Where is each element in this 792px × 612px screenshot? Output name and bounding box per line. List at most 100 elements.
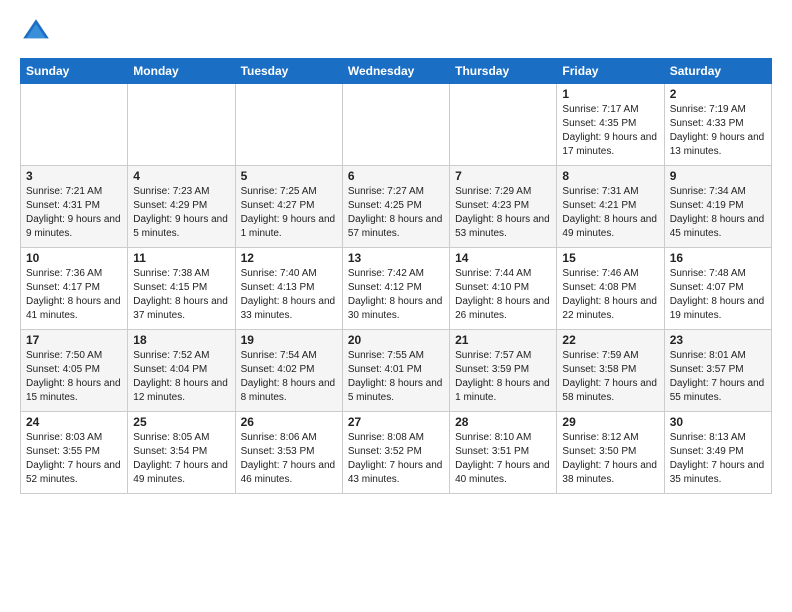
day-info: Sunrise: 7:57 AM Sunset: 3:59 PM Dayligh… [455, 349, 551, 405]
day-number: 9 [670, 169, 766, 183]
calendar-day-cell: 18Sunrise: 7:52 AM Sunset: 4:04 PM Dayli… [128, 330, 235, 412]
calendar-day-cell: 23 Sunrise: 8:01 AM Sunset: 3:57 PM Dayli… [664, 330, 771, 412]
calendar-day-cell: 11 Sunrise: 7:38 AM Sunset: 4:15 PM Dayli… [128, 248, 235, 330]
calendar-day-cell [342, 84, 449, 166]
calendar-day-cell: 14 Sunrise: 7:44 AM Sunset: 4:10 PM Dayli… [450, 248, 557, 330]
day-info: Sunrise: 8:12 AM Sunset: 3:50 PM Dayligh… [562, 431, 658, 487]
day-number: 2 [670, 87, 766, 101]
calendar-day-cell: 20 Sunrise: 7:55 AM Sunset: 4:01 PM Dayli… [342, 330, 449, 412]
calendar-day-cell: 3 Sunrise: 7:21 AM Sunset: 4:31 PM Daylig… [21, 166, 128, 248]
day-number: 1 [562, 87, 658, 101]
calendar-day-cell: 10 Sunrise: 7:36 AM Sunset: 4:17 PM Dayli… [21, 248, 128, 330]
calendar-day-cell: 2 Sunrise: 7:19 AM Sunset: 4:33 PM Daylig… [664, 84, 771, 166]
day-info: Sunrise: 7:59 AM Sunset: 3:58 PM Dayligh… [562, 349, 658, 405]
calendar-day-cell: 6 Sunrise: 7:27 AM Sunset: 4:25 PM Daylig… [342, 166, 449, 248]
calendar-week-row: 3 Sunrise: 7:21 AM Sunset: 4:31 PM Daylig… [21, 166, 772, 248]
day-number: 20 [348, 333, 444, 347]
day-info: Sunrise: 7:27 AM Sunset: 4:25 PM Dayligh… [348, 185, 444, 241]
day-info: Sunrise: 7:23 AM Sunset: 4:29 PM Dayligh… [133, 185, 229, 241]
calendar-day-cell: 9 Sunrise: 7:34 AM Sunset: 4:19 PM Daylig… [664, 166, 771, 248]
weekday-header: Friday [557, 59, 664, 84]
day-info: Sunrise: 8:08 AM Sunset: 3:52 PM Dayligh… [348, 431, 444, 487]
day-number: 17 [26, 333, 122, 347]
day-info: Sunrise: 7:21 AM Sunset: 4:31 PM Dayligh… [26, 185, 122, 241]
day-number: 4 [133, 169, 229, 183]
calendar-day-cell: 24 Sunrise: 8:03 AM Sunset: 3:55 PM Dayli… [21, 412, 128, 494]
calendar-day-cell [235, 84, 342, 166]
calendar-day-cell: 16 Sunrise: 7:48 AM Sunset: 4:07 PM Dayli… [664, 248, 771, 330]
day-info: Sunrise: 7:42 AM Sunset: 4:12 PM Dayligh… [348, 267, 444, 323]
day-info: Sunrise: 7:55 AM Sunset: 4:01 PM Dayligh… [348, 349, 444, 405]
day-number: 25 [133, 415, 229, 429]
day-info: Sunrise: 7:48 AM Sunset: 4:07 PM Dayligh… [670, 267, 766, 323]
calendar-day-cell: 17 Sunrise: 7:50 AM Sunset: 4:05 PM Dayli… [21, 330, 128, 412]
day-number: 15 [562, 251, 658, 265]
weekday-header: Thursday [450, 59, 557, 84]
calendar-week-row: 1 Sunrise: 7:17 AM Sunset: 4:35 PM Daylig… [21, 84, 772, 166]
day-info: Sunrise: 7:25 AM Sunset: 4:27 PM Dayligh… [241, 185, 337, 241]
day-number: 11 [133, 251, 229, 265]
day-info: Sunrise: 7:17 AM Sunset: 4:35 PM Dayligh… [562, 103, 658, 159]
weekday-header: Monday [128, 59, 235, 84]
calendar: SundayMondayTuesdayWednesdayThursdayFrid… [20, 58, 772, 494]
logo [20, 16, 56, 48]
page: SundayMondayTuesdayWednesdayThursdayFrid… [0, 0, 792, 612]
calendar-day-cell [128, 84, 235, 166]
day-info: Sunrise: 7:31 AM Sunset: 4:21 PM Dayligh… [562, 185, 658, 241]
day-info: Sunrise: 7:36 AM Sunset: 4:17 PM Dayligh… [26, 267, 122, 323]
day-number: 29 [562, 415, 658, 429]
calendar-day-cell: 15 Sunrise: 7:46 AM Sunset: 4:08 PM Dayli… [557, 248, 664, 330]
calendar-day-cell: 26 Sunrise: 8:06 AM Sunset: 3:53 PM Dayli… [235, 412, 342, 494]
day-info: Sunrise: 8:10 AM Sunset: 3:51 PM Dayligh… [455, 431, 551, 487]
day-info: Sunrise: 7:19 AM Sunset: 4:33 PM Dayligh… [670, 103, 766, 159]
day-info: Sunrise: 8:03 AM Sunset: 3:55 PM Dayligh… [26, 431, 122, 487]
day-info: Sunrise: 7:40 AM Sunset: 4:13 PM Dayligh… [241, 267, 337, 323]
day-number: 10 [26, 251, 122, 265]
day-number: 12 [241, 251, 337, 265]
day-info: Sunrise: 7:50 AM Sunset: 4:05 PM Dayligh… [26, 349, 122, 405]
day-info: Sunrise: 8:01 AM Sunset: 3:57 PM Dayligh… [670, 349, 766, 405]
calendar-day-cell: 30 Sunrise: 8:13 AM Sunset: 3:49 PM Dayli… [664, 412, 771, 494]
day-number: 30 [670, 415, 766, 429]
day-number: 19 [241, 333, 337, 347]
day-number: 6 [348, 169, 444, 183]
weekday-header: Tuesday [235, 59, 342, 84]
day-number: 27 [348, 415, 444, 429]
day-number: 5 [241, 169, 337, 183]
day-number: 16 [670, 251, 766, 265]
calendar-day-cell: 5 Sunrise: 7:25 AM Sunset: 4:27 PM Daylig… [235, 166, 342, 248]
calendar-week-row: 24 Sunrise: 8:03 AM Sunset: 3:55 PM Dayli… [21, 412, 772, 494]
calendar-day-cell: 1 Sunrise: 7:17 AM Sunset: 4:35 PM Daylig… [557, 84, 664, 166]
logo-icon [20, 16, 52, 48]
day-number: 3 [26, 169, 122, 183]
calendar-header-row: SundayMondayTuesdayWednesdayThursdayFrid… [21, 59, 772, 84]
day-number: 23 [670, 333, 766, 347]
weekday-header: Sunday [21, 59, 128, 84]
day-number: 28 [455, 415, 551, 429]
day-number: 21 [455, 333, 551, 347]
day-info: Sunrise: 8:13 AM Sunset: 3:49 PM Dayligh… [670, 431, 766, 487]
day-number: 7 [455, 169, 551, 183]
calendar-day-cell: 22 Sunrise: 7:59 AM Sunset: 3:58 PM Dayli… [557, 330, 664, 412]
day-info: Sunrise: 7:52 AM Sunset: 4:04 PM Dayligh… [133, 349, 229, 405]
calendar-week-row: 10 Sunrise: 7:36 AM Sunset: 4:17 PM Dayli… [21, 248, 772, 330]
day-number: 26 [241, 415, 337, 429]
day-number: 8 [562, 169, 658, 183]
calendar-day-cell [450, 84, 557, 166]
calendar-day-cell: 25Sunrise: 8:05 AM Sunset: 3:54 PM Dayli… [128, 412, 235, 494]
day-number: 22 [562, 333, 658, 347]
day-info: Sunrise: 7:46 AM Sunset: 4:08 PM Dayligh… [562, 267, 658, 323]
day-info: Sunrise: 7:34 AM Sunset: 4:19 PM Dayligh… [670, 185, 766, 241]
day-info: Sunrise: 7:29 AM Sunset: 4:23 PM Dayligh… [455, 185, 551, 241]
day-info: Sunrise: 8:06 AM Sunset: 3:53 PM Dayligh… [241, 431, 337, 487]
calendar-week-row: 17 Sunrise: 7:50 AM Sunset: 4:05 PM Dayli… [21, 330, 772, 412]
calendar-day-cell: 28 Sunrise: 8:10 AM Sunset: 3:51 PM Dayli… [450, 412, 557, 494]
calendar-day-cell: 7 Sunrise: 7:29 AM Sunset: 4:23 PM Daylig… [450, 166, 557, 248]
day-info: Sunrise: 7:38 AM Sunset: 4:15 PM Dayligh… [133, 267, 229, 323]
day-info: Sunrise: 7:44 AM Sunset: 4:10 PM Dayligh… [455, 267, 551, 323]
calendar-day-cell: 29 Sunrise: 8:12 AM Sunset: 3:50 PM Dayli… [557, 412, 664, 494]
day-info: Sunrise: 7:54 AM Sunset: 4:02 PM Dayligh… [241, 349, 337, 405]
day-number: 24 [26, 415, 122, 429]
calendar-day-cell: 12 Sunrise: 7:40 AM Sunset: 4:13 PM Dayli… [235, 248, 342, 330]
day-number: 14 [455, 251, 551, 265]
